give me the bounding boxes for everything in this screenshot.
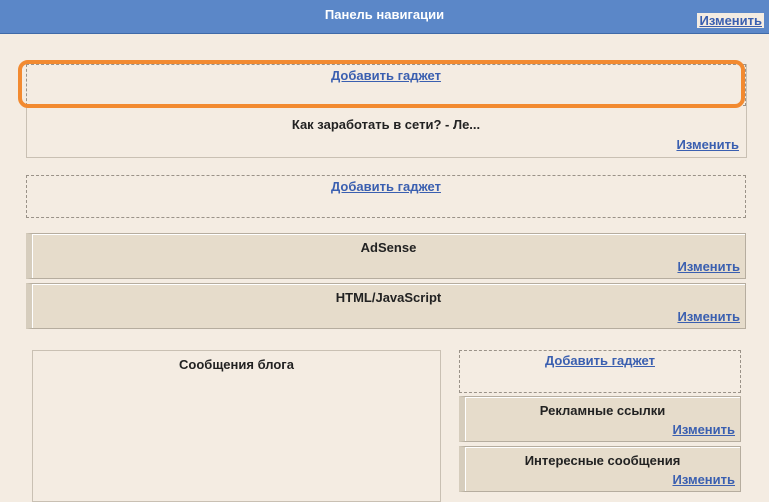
gadget-html-javascript-title: HTML/JavaScript — [335, 290, 442, 305]
crosscol-add-gadget-area[interactable]: Добавить гаджет — [26, 175, 746, 218]
gadget-ad-links-title: Рекламные ссылки — [539, 403, 666, 418]
blog-posts-title: Сообщения блога — [179, 357, 294, 372]
gadget-ad-links[interactable]: Рекламные ссылки Изменить — [459, 396, 741, 442]
navbar-edit-link[interactable]: Изменить — [697, 13, 764, 28]
gadget-popular-posts[interactable]: Интересные сообщения Изменить — [459, 446, 741, 492]
gadget-popular-posts-title: Интересные сообщения — [524, 453, 681, 468]
navbar: Панель навигации Изменить — [0, 0, 769, 34]
gadget-adsense[interactable]: AdSense Изменить — [26, 233, 746, 279]
blog-posts-column: Сообщения блога — [32, 350, 441, 502]
crosscol-add-gadget-link[interactable]: Добавить гаджет — [331, 179, 441, 194]
gadget-html-javascript[interactable]: HTML/JavaScript Изменить — [26, 283, 746, 329]
header-add-gadget-link[interactable]: Добавить гаджет — [331, 68, 441, 83]
sidebar-add-gadget-area[interactable]: Добавить гаджет — [459, 350, 741, 393]
gadget-adsense-edit-link[interactable]: Изменить — [677, 259, 740, 274]
gadget-popular-posts-edit-link[interactable]: Изменить — [672, 472, 735, 487]
gadget-html-javascript-edit-link[interactable]: Изменить — [677, 309, 740, 324]
gadget-adsense-title: AdSense — [360, 240, 417, 255]
header-gadget-edit-link[interactable]: Изменить — [676, 137, 739, 152]
navbar-title: Панель навигации — [324, 7, 445, 22]
gadget-ad-links-edit-link[interactable]: Изменить — [672, 422, 735, 437]
sidebar-add-gadget-link[interactable]: Добавить гаджет — [545, 353, 655, 368]
header-gadget-title: Как заработать в сети? - Ле... — [291, 117, 481, 132]
header-add-gadget-area[interactable]: Добавить гаджет — [26, 64, 746, 106]
